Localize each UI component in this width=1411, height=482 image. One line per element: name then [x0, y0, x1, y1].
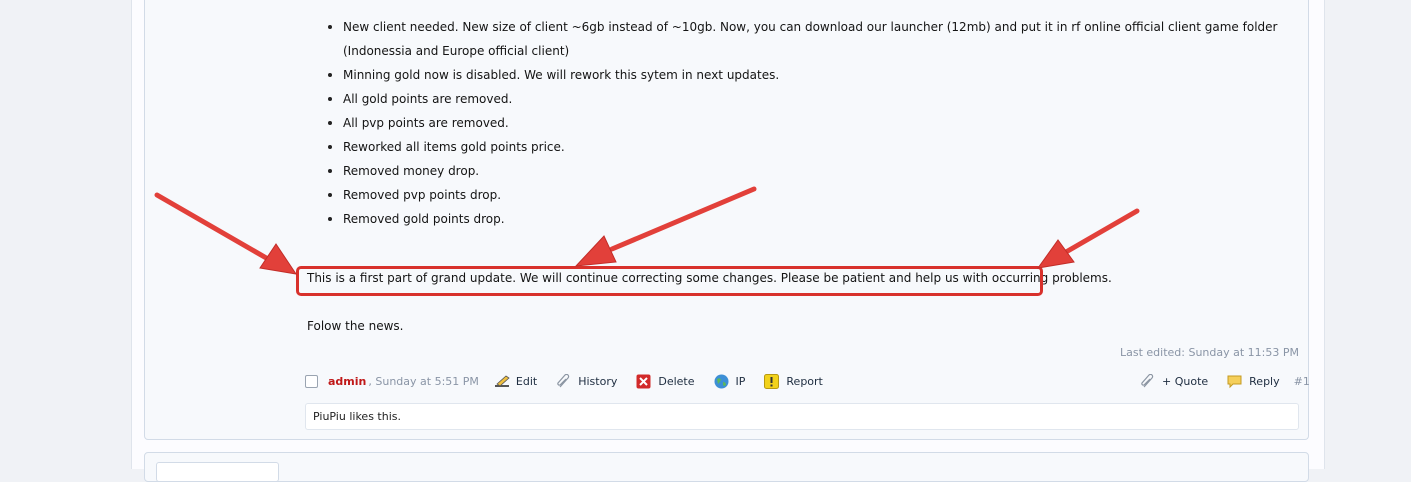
- annotation-arrow-right: [1036, 208, 1140, 269]
- annotation-arrow-left: [154, 192, 298, 275]
- annotation-arrow-center: [574, 186, 757, 267]
- annotation-arrows: [154, 186, 1140, 275]
